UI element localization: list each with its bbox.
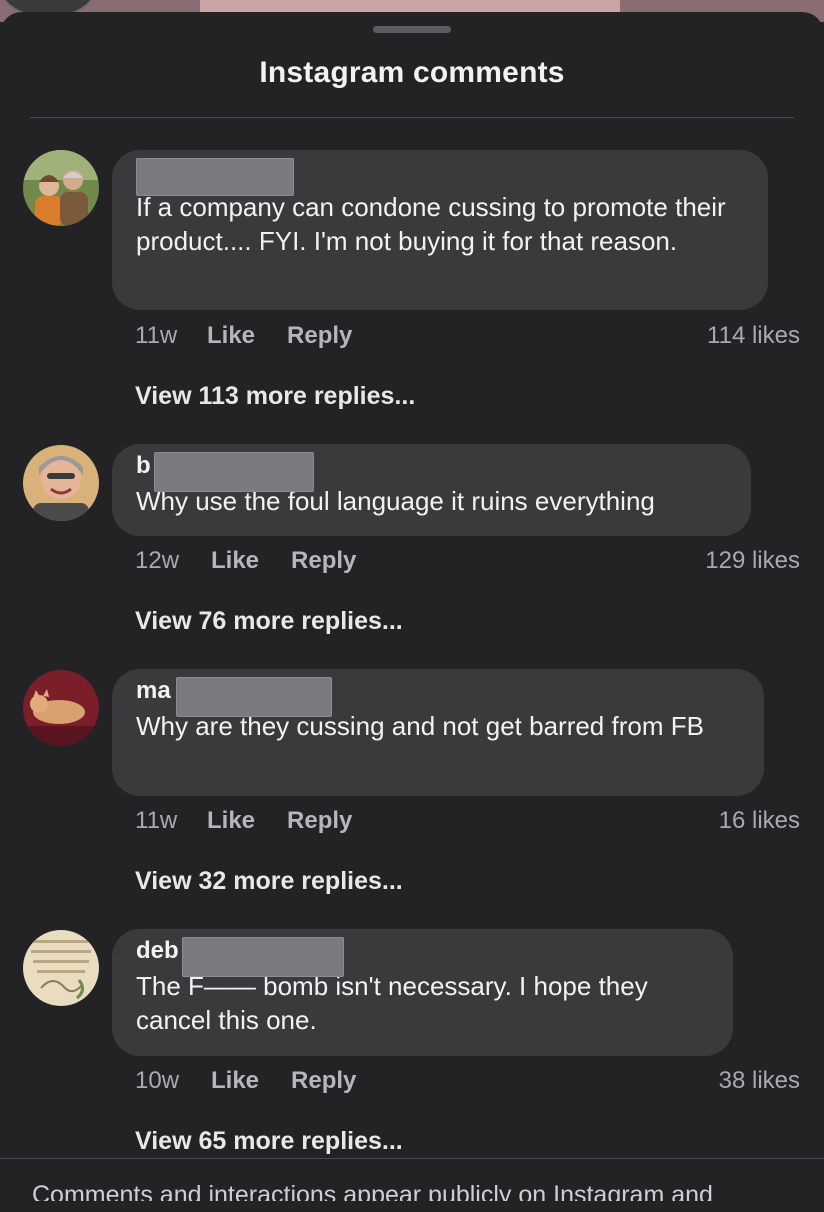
- reply-button[interactable]: Reply: [291, 1067, 356, 1095]
- avatar-photo-person-icon: [23, 445, 99, 521]
- comment-text: The F—— bomb isn't necessary. I hope the…: [136, 971, 648, 1035]
- comment-bubble: If a company can condone cussing to prom…: [112, 150, 768, 310]
- disclaimer-text: Comments and interactions appear publicl…: [32, 1181, 713, 1201]
- comment-author[interactable]: b: [136, 452, 727, 492]
- avatar[interactable]: [23, 150, 99, 226]
- drag-handle[interactable]: [373, 26, 451, 33]
- comment-meta: 11w Like Reply 114 likes: [135, 319, 800, 353]
- reply-button[interactable]: Reply: [287, 322, 352, 350]
- redaction-box: [136, 158, 294, 196]
- comment-meta: 11w Like Reply 16 likes: [135, 804, 800, 838]
- footer-disclaimer: Comments and interactions appear publicl…: [0, 1158, 824, 1201]
- view-replies-link[interactable]: View 76 more replies...: [135, 607, 403, 636]
- author-name: ma: [136, 677, 171, 704]
- reply-button[interactable]: Reply: [291, 547, 356, 575]
- avatar[interactable]: [23, 445, 99, 521]
- comment-author[interactable]: ma: [136, 677, 740, 717]
- like-button[interactable]: Like: [207, 322, 255, 350]
- comment-meta: 12w Like Reply 129 likes: [135, 544, 800, 578]
- comment-time: 11w: [135, 322, 178, 349]
- comment-time: 12w: [135, 547, 180, 574]
- like-count[interactable]: 129 likes: [705, 547, 800, 575]
- view-replies-link[interactable]: View 65 more replies...: [135, 1127, 403, 1156]
- redaction-box: [154, 452, 314, 492]
- avatar-photo-cat-icon: [23, 670, 99, 746]
- comment-bubble: deb The F—— bomb isn't necessary. I hope…: [112, 929, 733, 1056]
- redaction-box: [182, 937, 344, 977]
- title-divider: [30, 117, 794, 118]
- like-button[interactable]: Like: [211, 547, 259, 575]
- reply-button[interactable]: Reply: [287, 807, 352, 835]
- comment-author[interactable]: deb: [136, 937, 709, 977]
- comment-meta: 10w Like Reply 38 likes: [135, 1064, 800, 1098]
- view-replies-link[interactable]: View 32 more replies...: [135, 867, 403, 896]
- comment-time: 11w: [135, 807, 178, 834]
- comment-time: 10w: [135, 1067, 180, 1094]
- author-name: deb: [136, 937, 179, 964]
- redaction-box: [176, 677, 332, 717]
- comment-bubble: ma Why are they cussing and not get barr…: [112, 669, 764, 796]
- sheet-title: Instagram comments: [259, 56, 565, 89]
- like-count[interactable]: 16 likes: [719, 807, 800, 835]
- comment-text: If a company can condone cussing to prom…: [136, 192, 726, 256]
- comment-bubble: b Why use the foul language it ruins eve…: [112, 444, 751, 536]
- avatar[interactable]: [23, 930, 99, 1006]
- avatar-photo-couple-icon: [23, 150, 99, 226]
- view-replies-link[interactable]: View 113 more replies...: [135, 382, 415, 411]
- like-button[interactable]: Like: [211, 1067, 259, 1095]
- like-count[interactable]: 38 likes: [719, 1067, 800, 1095]
- like-button[interactable]: Like: [207, 807, 255, 835]
- comment-author[interactable]: [136, 158, 744, 196]
- like-count[interactable]: 114 likes: [707, 322, 800, 350]
- author-name: b: [136, 452, 151, 479]
- avatar-photo-card-icon: [23, 930, 99, 1006]
- avatar[interactable]: [23, 670, 99, 746]
